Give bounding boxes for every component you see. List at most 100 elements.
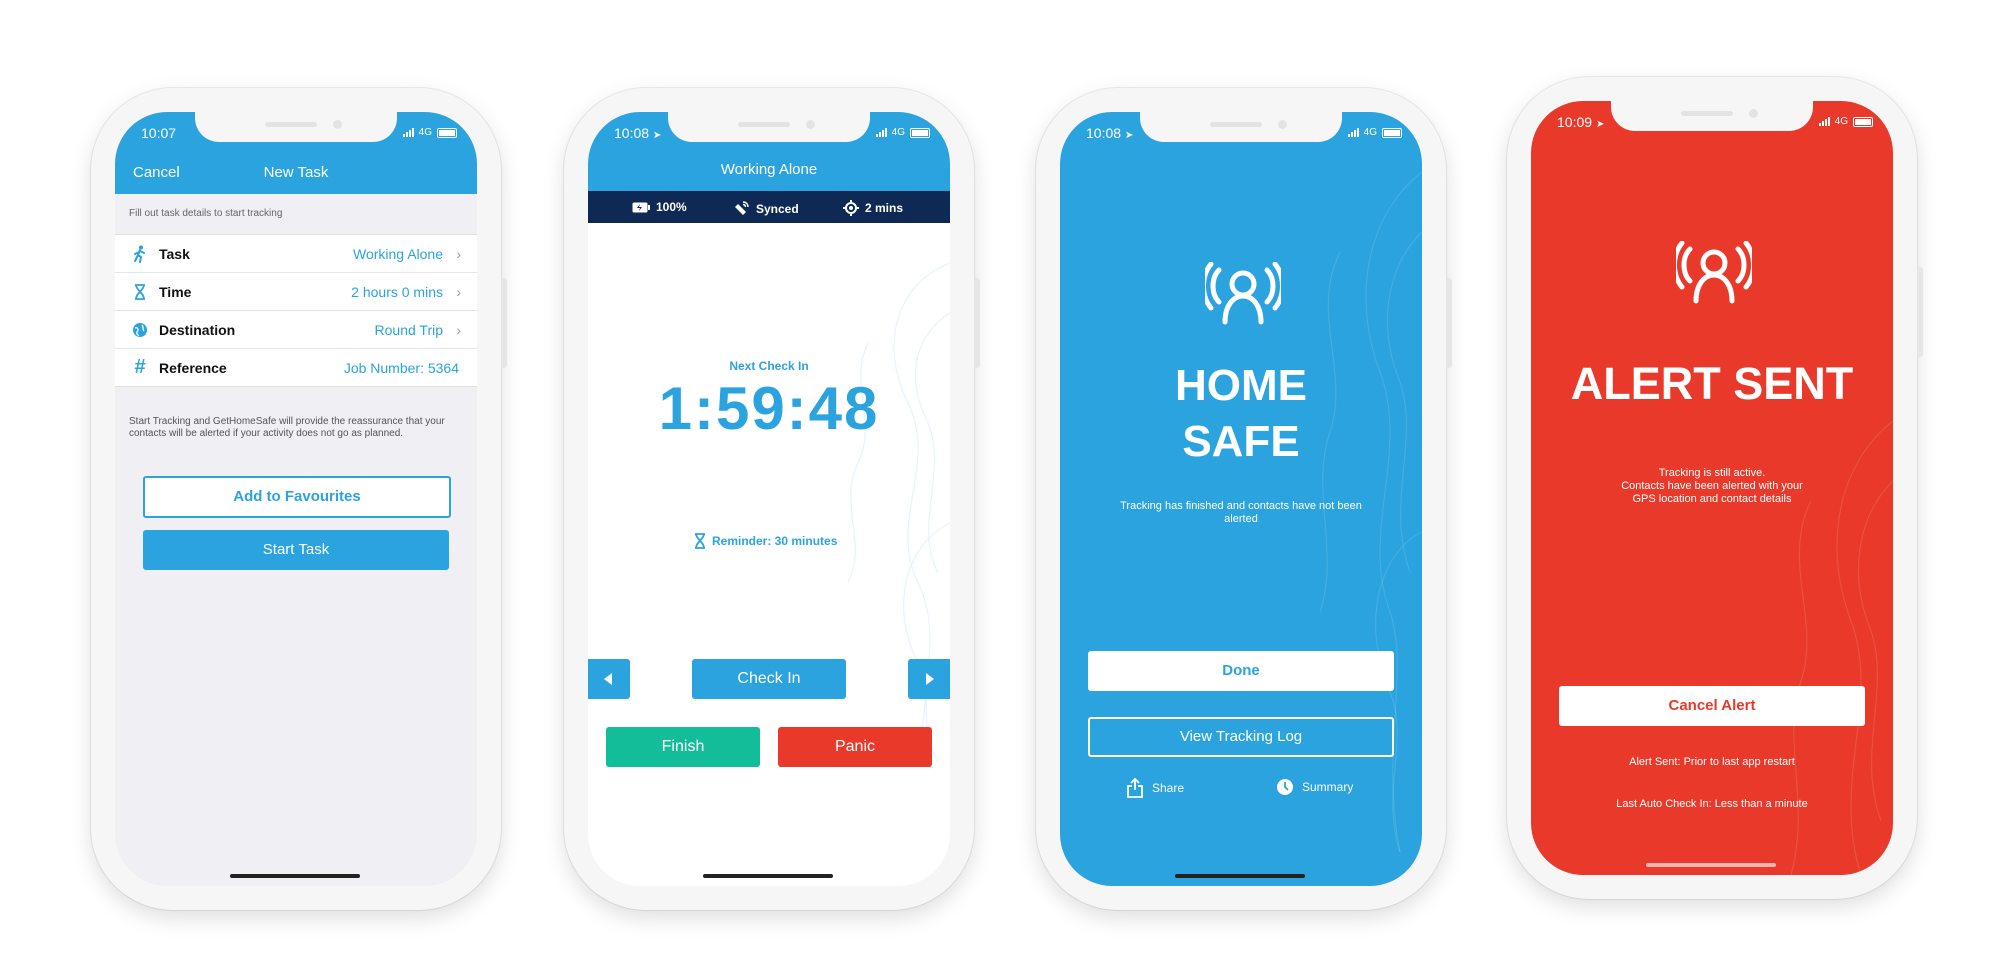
walking-person-icon bbox=[131, 245, 149, 263]
network-label: 4G bbox=[1363, 127, 1377, 138]
home-safe-heading: HOME SAFE bbox=[1060, 358, 1422, 470]
location-status: 2 mins bbox=[843, 200, 903, 216]
status-time: 10:09 ➤ bbox=[1557, 114, 1605, 130]
share-button[interactable]: Share bbox=[1126, 778, 1184, 798]
battery-icon bbox=[1382, 127, 1402, 138]
notch bbox=[1611, 101, 1813, 131]
triangle-left-icon bbox=[604, 673, 612, 685]
countdown-timer: 1:59:48 bbox=[658, 375, 880, 442]
location-arrow-icon: ➤ bbox=[1124, 130, 1134, 141]
status-strip: 100% Synced 2 mins bbox=[588, 191, 950, 223]
screen-home-safe: 10:08 ➤ 4G HOME SAFE Tracking has finish… bbox=[1060, 112, 1422, 886]
crosshair-icon bbox=[843, 200, 859, 216]
phone-home-safe: 10:08 ➤ 4G HOME SAFE Tracking has finish… bbox=[1036, 88, 1452, 910]
notch bbox=[668, 112, 870, 142]
sync-status: Synced bbox=[732, 200, 799, 218]
location-arrow-icon: ➤ bbox=[1595, 119, 1605, 130]
status-time: 10:07 bbox=[141, 125, 177, 141]
panic-button[interactable]: Panic bbox=[778, 727, 932, 767]
battery-icon bbox=[1853, 116, 1873, 127]
row-time[interactable]: Time 2 hours 0 mins › bbox=[115, 273, 477, 311]
view-tracking-log-button[interactable]: View Tracking Log bbox=[1088, 717, 1394, 757]
row-task[interactable]: Task Working Alone › bbox=[115, 235, 477, 273]
location-age: 2 mins bbox=[865, 201, 904, 215]
finish-button[interactable]: Finish bbox=[606, 727, 760, 767]
row-value: Working Alone bbox=[352, 245, 443, 262]
check-in-button[interactable]: Check In bbox=[692, 659, 846, 699]
task-details-list: Task Working Alone › Time 2 hours 0 mins… bbox=[115, 234, 477, 387]
status-message: Tracking has finished and contacts have … bbox=[1120, 500, 1362, 525]
phone-new-task: 10:07 4G Cancel New Task Fill out task d… bbox=[91, 88, 507, 910]
chevron-right-icon: › bbox=[456, 321, 461, 338]
clock-icon bbox=[1277, 779, 1293, 795]
network-label: 4G bbox=[1834, 116, 1848, 127]
broadcast-person-icon bbox=[1205, 262, 1281, 325]
row-value: 2 hours 0 mins bbox=[351, 283, 443, 300]
reassurance-note: Start Tracking and GetHomeSafe will prov… bbox=[129, 416, 445, 439]
start-task-button[interactable]: Start Task bbox=[143, 530, 449, 570]
satellite-icon bbox=[735, 201, 749, 215]
screen-new-task: 10:07 4G Cancel New Task Fill out task d… bbox=[115, 112, 477, 886]
broadcast-person-icon bbox=[1676, 241, 1752, 304]
alert-sent-info: Alert Sent: Prior to last app restart bbox=[1629, 756, 1795, 768]
row-label: Destination bbox=[159, 321, 236, 338]
row-value: Job Number: 5364 bbox=[343, 359, 459, 376]
screen-alert-sent: 10:09 ➤ 4G ALERT SENT Tracking is still … bbox=[1531, 101, 1893, 875]
battery-icon bbox=[910, 127, 930, 138]
instructions-text: Fill out task details to start tracking bbox=[129, 208, 283, 219]
triangle-right-icon bbox=[926, 673, 934, 685]
heading-line-1: HOME bbox=[1175, 361, 1307, 410]
add-to-favourites-button[interactable]: Add to Favourites bbox=[143, 476, 451, 518]
globe-icon bbox=[131, 321, 149, 339]
chevron-right-icon: › bbox=[456, 245, 461, 262]
message-line-3: GPS location and contact details bbox=[1632, 493, 1792, 505]
summary-button[interactable]: Summary bbox=[1276, 778, 1353, 796]
row-label: Task bbox=[159, 245, 190, 262]
notch bbox=[1140, 112, 1342, 142]
status-message: Tracking is still active. Contacts have … bbox=[1571, 467, 1853, 506]
last-auto-check-in-info: Last Auto Check In: Less than a minute bbox=[1616, 798, 1808, 810]
message-line-2: Contacts have been alerted with your bbox=[1621, 480, 1803, 492]
home-indicator bbox=[230, 874, 360, 878]
done-button[interactable]: Done bbox=[1088, 651, 1394, 691]
status-time: 10:08 ➤ bbox=[1086, 125, 1134, 141]
previous-button[interactable] bbox=[588, 659, 630, 699]
heading-line-2: SAFE bbox=[1182, 417, 1300, 466]
row-label: Reference bbox=[159, 359, 227, 376]
battery-status: 100% bbox=[632, 200, 687, 214]
side-button bbox=[974, 278, 980, 368]
signal-icon bbox=[1347, 128, 1359, 137]
screen-tracking: 10:08 ➤ 4G Working Alone 100% Synced 2 m… bbox=[588, 112, 950, 886]
form-body: Fill out task details to start tracking … bbox=[115, 194, 477, 886]
chevron-right-icon: › bbox=[456, 283, 461, 300]
row-label: Time bbox=[159, 283, 192, 300]
share-icon bbox=[1127, 778, 1143, 798]
reminder-text: Reminder: 30 minutes bbox=[712, 534, 838, 548]
side-button bbox=[1446, 278, 1452, 368]
signal-icon bbox=[402, 128, 414, 137]
reminder: Reminder: 30 minutes bbox=[694, 533, 837, 549]
hash-icon: # bbox=[134, 356, 146, 378]
page-title: Working Alone bbox=[720, 161, 818, 178]
cancel-alert-button[interactable]: Cancel Alert bbox=[1559, 686, 1865, 726]
status-time: 10:08 ➤ bbox=[614, 125, 662, 141]
signal-icon bbox=[1818, 117, 1830, 126]
page-title: New Task bbox=[263, 164, 329, 181]
phone-tracking: 10:08 ➤ 4G Working Alone 100% Synced 2 m… bbox=[564, 88, 980, 910]
phone-alert-sent: 10:09 ➤ 4G ALERT SENT Tracking is still … bbox=[1507, 77, 1923, 899]
hourglass-icon bbox=[695, 533, 705, 549]
battery-icon bbox=[437, 127, 457, 138]
hourglass-icon bbox=[131, 283, 149, 301]
home-indicator bbox=[1175, 874, 1305, 878]
row-value: Round Trip bbox=[374, 321, 443, 338]
message-line-1: Tracking is still active. bbox=[1658, 467, 1766, 479]
signal-icon bbox=[875, 128, 887, 137]
notch bbox=[195, 112, 397, 142]
next-check-in-label: Next Check In bbox=[729, 359, 809, 373]
share-label: Share bbox=[1152, 781, 1185, 795]
row-reference[interactable]: # Reference Job Number: 5364 bbox=[115, 349, 477, 386]
alert-sent-heading: ALERT SENT bbox=[1570, 358, 1854, 409]
row-destination[interactable]: Destination Round Trip › bbox=[115, 311, 477, 349]
battery-charging-icon bbox=[632, 202, 650, 212]
next-button[interactable] bbox=[908, 659, 950, 699]
